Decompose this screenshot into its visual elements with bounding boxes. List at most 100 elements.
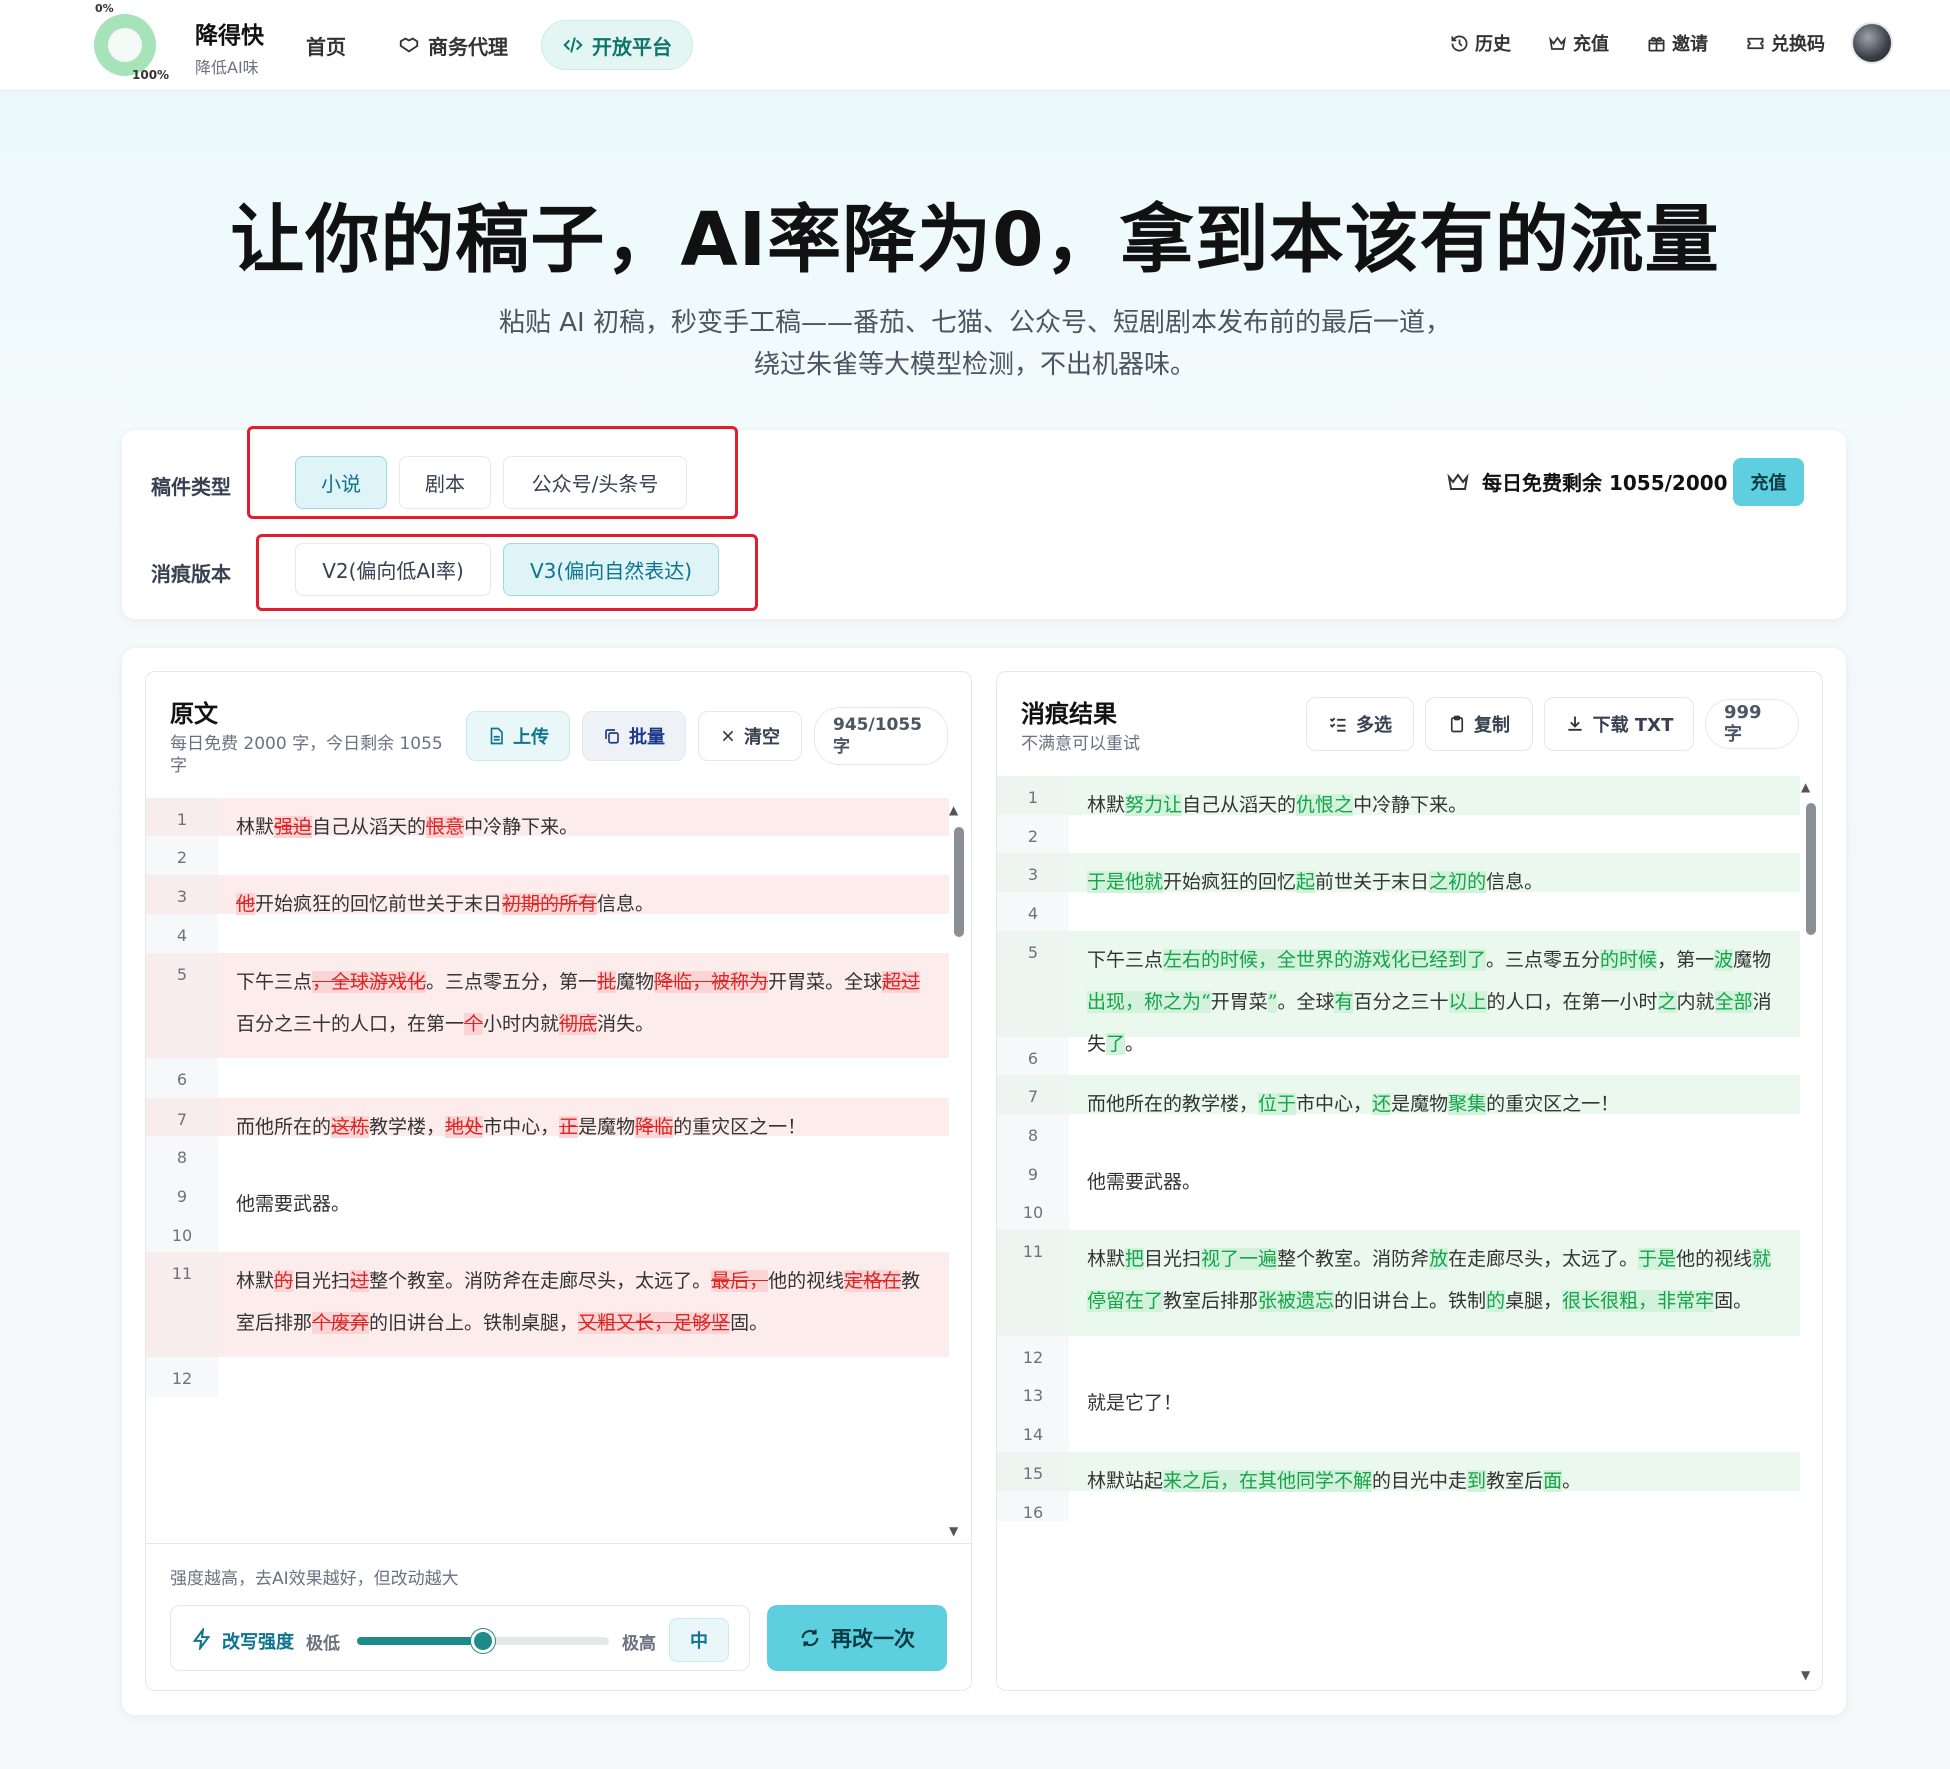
result-text-view[interactable]: 1 林默努力让自己从滔天的仇恨之中冷静下来。 2 3 于是他就开始疯狂的回忆起前世关于末… bbox=[997, 776, 1800, 1689]
line-text bbox=[1069, 1191, 1800, 1230]
scroll-down-icon[interactable]: ▼ bbox=[949, 1524, 958, 1538]
deleted-segment: 强迫 bbox=[274, 816, 313, 838]
clear-button[interactable]: 清空 bbox=[698, 711, 802, 761]
brand[interactable]: 降得快 降低AI味 bbox=[195, 16, 264, 78]
nav-home[interactable]: 首页 bbox=[286, 20, 366, 70]
line-text bbox=[1069, 892, 1800, 931]
inserted-segment: 于是 bbox=[1638, 1248, 1677, 1270]
copy-stack-icon bbox=[605, 729, 619, 744]
strength-slider-fill bbox=[357, 1637, 483, 1645]
progress-start-label: 0% bbox=[95, 2, 114, 15]
text-segment: 而他所在的教学楼， bbox=[1087, 1093, 1259, 1115]
deleted-segment: 定格在 bbox=[844, 1270, 902, 1292]
line-number: 9 bbox=[997, 1153, 1069, 1191]
line-number: 8 bbox=[146, 1136, 218, 1175]
text-line: 3 他开始疯狂的回忆前世关于末日初期的所有信息。 bbox=[146, 875, 949, 915]
line-text: 下午三点左右的时候，全世界的游戏化已经到了。三点零五分的时候，第一波魔物出现，称… bbox=[1069, 931, 1800, 1055]
batch-button[interactable]: 批量 bbox=[582, 711, 686, 761]
text-segment: 小时内就 bbox=[483, 1013, 560, 1035]
text-line: 11 林默的目光扫过整个教室。消防斧在走廊尽头，太远了。最后，他的视线定格在教室后… bbox=[146, 1252, 949, 1357]
strength-control: 改写强度 极低 极高 中 bbox=[170, 1605, 750, 1671]
result-scrollbar[interactable] bbox=[1806, 803, 1816, 935]
line-number: 5 bbox=[997, 931, 1069, 1037]
deleted-segment: 初期的所有 bbox=[502, 893, 598, 915]
deleted-segment: ，全球游戏化 bbox=[312, 971, 427, 993]
text-segment: 就是它了！ bbox=[1087, 1392, 1183, 1414]
text-segment: 魔物 bbox=[1733, 949, 1772, 971]
deleted-segment: 彻底 bbox=[559, 1013, 598, 1035]
inserted-segment: 以上 bbox=[1448, 991, 1487, 1013]
lightning-icon bbox=[192, 1628, 211, 1650]
nav-open-platform[interactable]: 开放平台 bbox=[541, 20, 693, 70]
line-text: 而他所在的这栋教学楼，地处市中心，正是魔物降临的重灾区之一！ bbox=[218, 1098, 949, 1138]
line-number: 6 bbox=[146, 1058, 218, 1098]
download-txt-button[interactable]: 下载 TXT bbox=[1544, 697, 1694, 751]
multi-select-button[interactable]: 多选 bbox=[1306, 697, 1414, 751]
inserted-segment: 还 bbox=[1372, 1093, 1392, 1115]
deleted-segment: 他 bbox=[236, 893, 256, 915]
nav-business-agent[interactable]: 商务代理 bbox=[378, 20, 528, 70]
text-line: 13 就是它了！ bbox=[997, 1374, 1800, 1414]
inserted-segment: 的 bbox=[1486, 1290, 1506, 1312]
line-text: 林默强迫自己从滔天的恨意中冷静下来。 bbox=[218, 798, 949, 838]
line-text: 林默努力让自己从滔天的仇恨之中冷静下来。 bbox=[1069, 776, 1800, 816]
type-highlight-box bbox=[247, 426, 738, 519]
line-number: 1 bbox=[146, 798, 218, 836]
text-segment: 中冷静下来。 bbox=[464, 816, 579, 838]
rewrite-again-label: 再改一次 bbox=[831, 1627, 915, 1651]
invite-link[interactable]: 邀请 bbox=[1647, 30, 1708, 56]
scroll-up-icon[interactable]: ▲ bbox=[1801, 780, 1810, 794]
version-label: 消痕版本 bbox=[151, 562, 231, 586]
upload-button[interactable]: 上传 bbox=[466, 711, 570, 761]
text-segment: 内就 bbox=[1676, 991, 1715, 1013]
progress-end-label: 100% bbox=[132, 68, 170, 82]
strength-slider-thumb[interactable] bbox=[471, 1629, 495, 1653]
text-segment: 。 bbox=[1562, 1470, 1582, 1492]
line-text: 林默的目光扫过整个教室。消防斧在走廊尽头，太远了。最后，他的视线定格在教室后排那… bbox=[218, 1252, 949, 1357]
line-number: 7 bbox=[997, 1075, 1069, 1114]
rewrite-again-button[interactable]: 再改一次 bbox=[767, 1605, 947, 1671]
strength-label: 改写强度 bbox=[222, 1632, 294, 1653]
strength-high-label: 极高 bbox=[622, 1634, 656, 1654]
copy-button[interactable]: 复制 bbox=[1425, 697, 1533, 751]
user-avatar[interactable] bbox=[1851, 22, 1893, 64]
inserted-segment: 仇恨之 bbox=[1296, 794, 1354, 816]
original-text-editor[interactable]: 1 林默强迫自己从滔天的恨意中冷静下来。 2 3 他开始疯狂的回忆前世关于末日初期的所有… bbox=[146, 798, 949, 1428]
inserted-segment: 之初的 bbox=[1429, 871, 1487, 893]
recharge-link[interactable]: 充值 bbox=[1548, 30, 1609, 56]
line-number: 11 bbox=[146, 1252, 218, 1357]
scroll-down-icon[interactable]: ▼ bbox=[1801, 1668, 1810, 1682]
text-line: 7 而他所在的这栋教学楼，地处市中心，正是魔物降临的重灾区之一！ bbox=[146, 1098, 949, 1138]
recharge-button[interactable]: 充值 bbox=[1733, 458, 1804, 506]
deleted-segment: 降临 bbox=[635, 1116, 674, 1138]
line-number: 4 bbox=[997, 892, 1069, 931]
deleted-segment: 又粗又长，足够坚 bbox=[578, 1312, 731, 1334]
gift-icon bbox=[1648, 36, 1665, 51]
inserted-segment: 出现，称之为“ bbox=[1087, 991, 1211, 1013]
original-char-count: 945/1055 字 bbox=[814, 707, 948, 765]
strength-slider[interactable] bbox=[357, 1629, 609, 1653]
deleted-segment: 过 bbox=[350, 1270, 370, 1292]
text-line: 6 bbox=[997, 1037, 1800, 1075]
deleted-segment: 正 bbox=[559, 1116, 579, 1138]
line-text: 下午三点，全球游戏化。三点零五分，第一批魔物降临，被称为开胃菜。全球超过百分之三… bbox=[218, 953, 949, 1058]
text-segment: 。三点零五分，第一 bbox=[426, 971, 598, 993]
original-scrollbar[interactable] bbox=[954, 827, 964, 937]
upload-label: 上传 bbox=[513, 727, 549, 748]
line-text bbox=[218, 1058, 949, 1098]
inserted-segment: 起 bbox=[1296, 871, 1316, 893]
scroll-up-icon[interactable]: ▲ bbox=[949, 803, 958, 817]
clipboard-icon bbox=[1450, 715, 1464, 733]
history-link[interactable]: 历史 bbox=[1450, 30, 1511, 56]
text-segment: 林默站起 bbox=[1087, 1470, 1164, 1492]
checklist-icon bbox=[1329, 717, 1346, 732]
file-icon bbox=[490, 727, 503, 745]
inserted-segment: 的时候 bbox=[1600, 949, 1658, 971]
text-segment: 他需要武器。 bbox=[1087, 1171, 1202, 1193]
ticket-icon bbox=[1747, 37, 1764, 49]
line-text bbox=[1069, 815, 1800, 853]
deleted-segment: 最后， bbox=[711, 1270, 769, 1292]
text-segment: 他的视线 bbox=[768, 1270, 845, 1292]
download-icon bbox=[1567, 716, 1582, 731]
redeem-code-link[interactable]: 兑换码 bbox=[1746, 30, 1825, 56]
